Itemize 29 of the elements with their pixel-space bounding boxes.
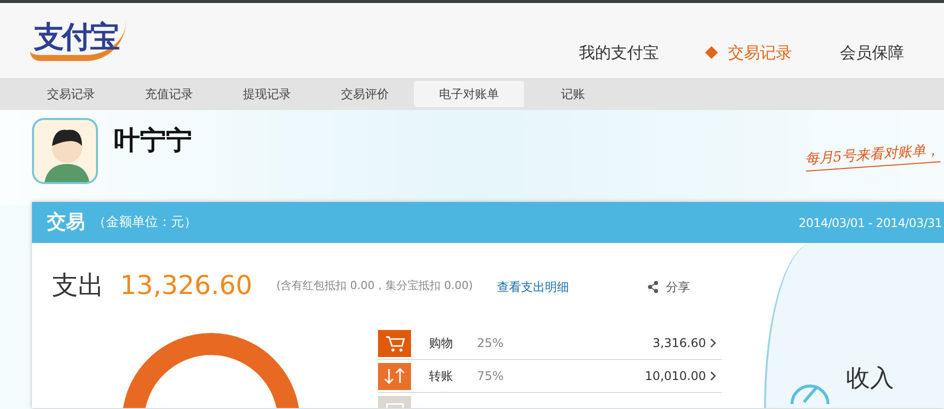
- discount-note: (含有红包抵扣 0.00，集分宝抵扣 0.00): [276, 278, 473, 294]
- sub-nav-tab[interactable]: 电子对账单: [414, 81, 524, 107]
- category-percent: 25%: [477, 335, 504, 352]
- share-icon: [648, 280, 658, 292]
- user-name: 叶宁宁: [114, 125, 192, 158]
- nav-tab[interactable]: 我的支付宝: [579, 40, 659, 64]
- nav-tab[interactable]: 会员保障: [840, 40, 904, 64]
- date-range: 2014/03/01 - 2014/03/31: [798, 214, 942, 232]
- sub-nav-tab[interactable]: 交易记录: [22, 81, 120, 107]
- category-percent: 75%: [477, 368, 504, 385]
- sub-nav-tab[interactable]: 充值记录: [120, 81, 218, 107]
- category-amount[interactable]: 3,316.60: [646, 333, 722, 353]
- unit-label: （金额单位：元）: [93, 214, 197, 232]
- sub-nav-tab[interactable]: 记账: [524, 81, 622, 107]
- logo[interactable]: 支付宝: [30, 20, 126, 60]
- chevron-icon: [710, 338, 716, 348]
- category-amount[interactable]: 10,010.00: [638, 366, 722, 386]
- category-name: 购物: [429, 335, 454, 352]
- category-name: 转账: [429, 368, 454, 385]
- expense-label: 支出: [52, 270, 104, 303]
- income-label: 收入: [846, 363, 894, 394]
- expense-detail-link[interactable]: 查看支出明细: [496, 278, 569, 296]
- sub-nav-tab[interactable]: 交易评价: [316, 81, 414, 107]
- sub-nav-tab[interactable]: 提现记录: [218, 81, 316, 107]
- handwritten-note: 每月5号来看对账单，: [804, 140, 941, 172]
- expense-amount: 13,326.60: [120, 270, 252, 303]
- panel-title: 交易: [47, 210, 85, 236]
- chevron-icon: [710, 371, 716, 381]
- share-button[interactable]: 分享: [642, 276, 696, 296]
